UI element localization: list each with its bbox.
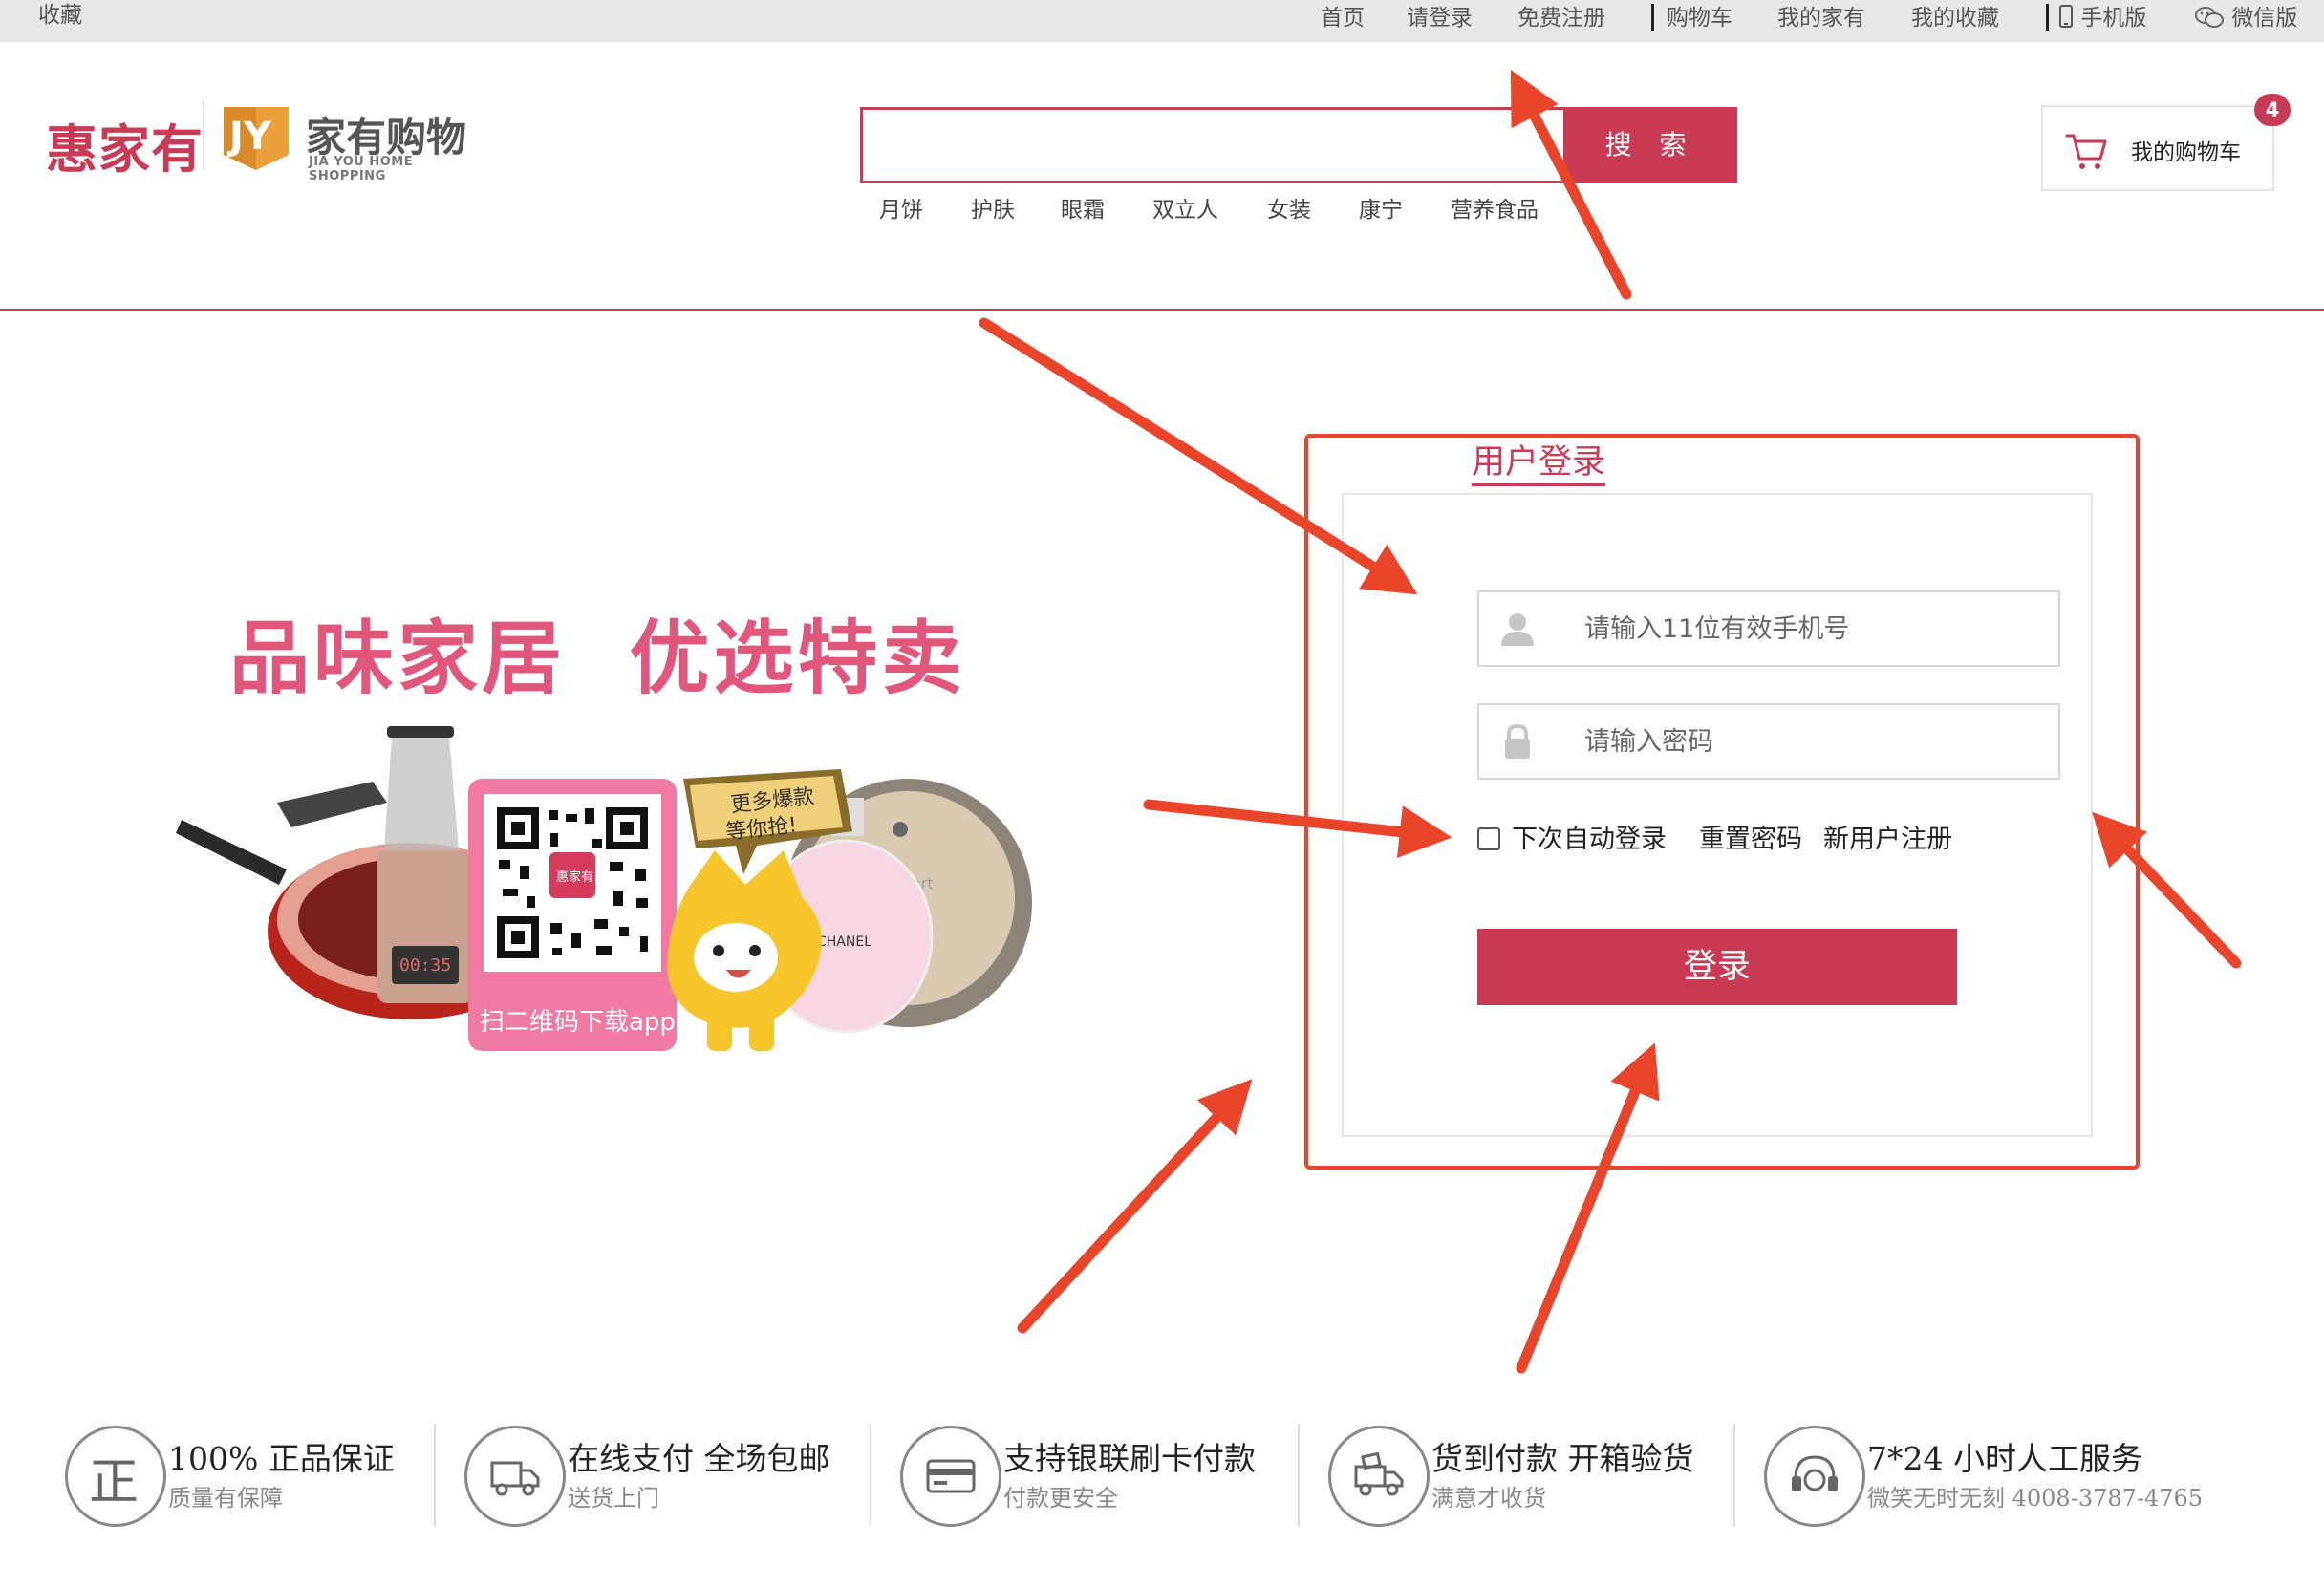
nav-register[interactable]: 免费注册 (1517, 0, 1605, 36)
nav-my-jiayou[interactable]: 我的家有 (1777, 0, 1865, 36)
register-link[interactable]: 新用户注册 (1823, 818, 1952, 855)
feature-subtitle: 微笑无时无刻 4008-3787-4765 (1867, 1485, 2204, 1512)
qr-card: 惠家有 扫二维码下载app (468, 779, 677, 1051)
headset-icon (1792, 1455, 1838, 1491)
nav-divider (1651, 4, 1654, 31)
header-divider (0, 309, 2324, 311)
auto-login-label[interactable]: 下次自动登录 (1512, 818, 1667, 855)
genuine-icon: 正 (65, 1426, 166, 1527)
delivery-truck-icon (490, 1461, 540, 1496)
cash-on-delivery-icon (1354, 1451, 1404, 1496)
feature-title: 100% 正品保证 (168, 1440, 395, 1477)
phone-field[interactable] (1477, 590, 2060, 667)
feature-subtitle: 质量有保障 (168, 1485, 283, 1512)
feature-subtitle: 送货上门 (568, 1485, 659, 1512)
feature-title: 7*24 小时人工服务 (1867, 1440, 2142, 1477)
qr-brand-text: 惠家有 (556, 869, 593, 885)
promo-banner-image: 00:35 惠家有 扫二维码下载app smart CHANEL (176, 726, 1032, 1051)
hot-keyword[interactable]: 康宁 (1359, 191, 1403, 224)
nav-divider (2046, 4, 2049, 31)
qr-caption: 扫二维码下载app (480, 1008, 676, 1037)
shopping-cart-icon (2065, 134, 2107, 169)
site-logo[interactable]: 惠家有 JY 家有购物 JIA YOU HOME SHOPPING (46, 99, 485, 183)
perfume-brand-text: CHANEL (817, 934, 872, 950)
hot-keyword[interactable]: 眼霜 (1061, 191, 1105, 224)
feature-subtitle: 付款更安全 (1003, 1485, 1118, 1512)
svg-text:JY: JY (226, 115, 272, 159)
nav-wechat[interactable]: 微信版 (2194, 0, 2297, 36)
nav-mobile[interactable]: 手机版 (2058, 0, 2146, 36)
cart-label: 我的购物车 (2131, 140, 2241, 165)
login-title-tab[interactable]: 用户登录 (1472, 441, 1606, 486)
feature-title: 在线支付 全场包邮 (568, 1440, 830, 1477)
phone-icon (2059, 5, 2073, 28)
nav-mobile-label: 手机版 (2080, 6, 2147, 31)
nav-home[interactable]: 首页 (1321, 0, 1365, 36)
lock-icon (1505, 723, 1530, 759)
blender-illustration: 00:35 (377, 726, 473, 1003)
feature-divider (1298, 1424, 1300, 1527)
reset-password-link[interactable]: 重置密码 (1699, 818, 1802, 855)
wechat-icon (2195, 7, 2224, 28)
hot-keyword[interactable]: 月饼 (879, 191, 923, 224)
bank-card-icon (926, 1459, 976, 1493)
hot-keyword[interactable]: 双立人 (1152, 191, 1218, 224)
nav-login[interactable]: 请登录 (1407, 0, 1473, 36)
nav-cart[interactable]: 购物车 (1667, 0, 1732, 36)
feature-divider (434, 1424, 436, 1527)
feature-title: 支持银联刷卡付款 (1003, 1440, 1256, 1477)
jy-logo-icon: JY (224, 107, 289, 170)
auto-login-checkbox[interactable] (1477, 827, 1500, 850)
genuine-icon-char: 正 (89, 1454, 140, 1512)
logo-partner-en: JIA YOU HOME SHOPPING (309, 155, 414, 183)
feature-divider (870, 1424, 872, 1527)
feature-divider (1733, 1424, 1735, 1527)
cart-count-badge: 4 (2254, 94, 2291, 126)
nav-my-favorites[interactable]: 我的收藏 (1911, 0, 1999, 36)
top-bar: 收藏 首页 请登录 免费注册 购物车 我的家有 我的收藏 手机版 微信版 (0, 0, 2324, 42)
login-submit-button[interactable]: 登录 (1477, 929, 1957, 1005)
promo-title: 品味家居 优选特卖 (229, 612, 966, 705)
feature-title: 货到付款 开箱验货 (1431, 1440, 1694, 1477)
search-button[interactable]: 搜 索 (1563, 107, 1737, 183)
hot-keyword[interactable]: 女装 (1267, 191, 1311, 224)
arrow-to-form-bottom (1017, 1079, 1253, 1334)
nav-wechat-label: 微信版 (2231, 6, 2298, 31)
my-cart-button[interactable]: 我的购物车 (2041, 105, 2274, 191)
phone-input[interactable] (1584, 606, 2043, 652)
user-icon (1501, 613, 1534, 646)
hot-keyword[interactable]: 营养食品 (1451, 191, 1539, 224)
logo-divider (203, 101, 204, 170)
hot-keyword[interactable]: 护肤 (971, 191, 1015, 224)
feature-subtitle: 满意才收货 (1431, 1485, 1546, 1512)
password-input[interactable] (1584, 719, 2043, 764)
password-field[interactable] (1477, 703, 2060, 780)
favorite-link[interactable]: 收藏 (38, 0, 82, 31)
blender-display: 00:35 (399, 955, 451, 976)
logo-brand-text: 惠家有 (46, 119, 204, 180)
